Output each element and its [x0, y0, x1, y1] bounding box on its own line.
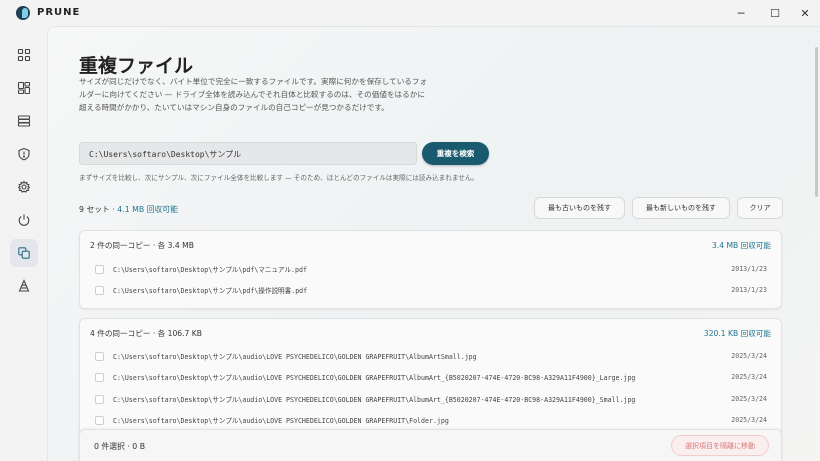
- file-checkbox[interactable]: [95, 372, 104, 382]
- file-checkbox[interactable]: [95, 394, 104, 404]
- file-row[interactable]: C:\Users\softaro\Desktop\サンプル\audio\LOVE…: [95, 370, 767, 384]
- sidebar-item-tools[interactable]: [10, 272, 38, 300]
- file-checkbox[interactable]: [95, 264, 104, 274]
- app-name: PRUNE: [37, 7, 81, 18]
- sidebar-item-settings[interactable]: [10, 173, 38, 201]
- file-path: C:\Users\softaro\Desktop\サンプル\audio\LOVE…: [113, 374, 636, 382]
- selection-count: 0 件選択 · 0 B: [94, 442, 146, 451]
- file-date: 2013/1/23: [731, 265, 767, 273]
- file-date: 2025/3/24: [731, 395, 767, 403]
- file-checkbox[interactable]: [95, 285, 104, 295]
- page-description: サイズが同じだけでなく、バイト単位で完全に一致するファイルです。実際に何かを保存…: [79, 77, 428, 112]
- gear-icon: [17, 180, 31, 193]
- clear-button[interactable]: クリア: [737, 197, 783, 219]
- dashboard-icon: [17, 48, 31, 62]
- file-path: C:\Users\softaro\Desktop\サンプル\audio\LOVE…: [113, 353, 477, 361]
- power-icon: [18, 214, 30, 226]
- page-title: 重複ファイル: [79, 55, 194, 77]
- file-path: C:\Users\softaro\Desktop\サンプル\pdf\操作説明書.…: [113, 287, 308, 295]
- maximize-button[interactable]: ☐: [762, 4, 788, 22]
- scrollbar[interactable]: [815, 47, 818, 197]
- file-row[interactable]: C:\Users\softaro\Desktop\サンプル\audio\LOVE…: [95, 349, 767, 363]
- title-bar: PRUNE ─ ☐ ✕: [0, 0, 820, 26]
- group-reclaimable: 3.4 MB 回収可能: [711, 241, 771, 250]
- quarantine-button[interactable]: 選択項目を隔離に移動: [671, 435, 769, 456]
- triangle-icon: [18, 279, 30, 292]
- copy-icon: [18, 247, 30, 259]
- file-row[interactable]: C:\Users\softaro\Desktop\サンプル\audio\LOVE…: [95, 392, 767, 406]
- group-title: 2 件の同一コピー · 各 3.4 MB: [90, 241, 194, 250]
- file-row[interactable]: C:\Users\softaro\Desktop\サンプル\pdf\マニュアル.…: [95, 262, 767, 276]
- shield-icon: [18, 147, 30, 161]
- selection-bar: 0 件選択 · 0 B 選択項目を隔離に移動: [79, 429, 782, 461]
- file-date: 2013/1/23: [731, 286, 767, 294]
- results-summary: 9 セット · 4.1 MB 回収可能: [79, 204, 178, 215]
- file-path: C:\Users\softaro\Desktop\サンプル\pdf\マニュアル.…: [113, 266, 307, 274]
- scan-hint: まずサイズを比較し、次にサンプル、次にファイル全体を比較します — そのため、ほ…: [79, 174, 479, 182]
- close-button[interactable]: ✕: [792, 4, 818, 22]
- sidebar-item-security[interactable]: [10, 140, 38, 168]
- group-reclaimable: 320.1 KB 回収可能: [703, 329, 771, 338]
- layout-icon: [17, 81, 31, 95]
- find-duplicates-button[interactable]: 重複を検索: [422, 142, 489, 165]
- duplicate-group: 2 件の同一コピー · 各 3.4 MB 3.4 MB 回収可能 C:\User…: [79, 230, 782, 309]
- sidebar-item-storage[interactable]: [10, 107, 38, 135]
- sidebar-item-duplicates[interactable]: [10, 239, 38, 267]
- file-row[interactable]: C:\Users\softaro\Desktop\サンプル\pdf\操作説明書.…: [95, 283, 767, 297]
- sidebar: [0, 26, 47, 461]
- keep-newest-button[interactable]: 最も新しいものを残す: [632, 197, 730, 219]
- main-content: 重複ファイル サイズが同じだけでなく、バイト単位で完全に一致するファイルです。実…: [47, 26, 820, 461]
- file-checkbox[interactable]: [95, 415, 104, 425]
- file-date: 2025/3/24: [731, 373, 767, 381]
- folder-path-input[interactable]: C:\Users\softaro\Desktop\サンプル: [79, 142, 417, 165]
- file-row[interactable]: C:\Users\softaro\Desktop\サンプル\audio\LOVE…: [95, 413, 767, 427]
- keep-oldest-button[interactable]: 最も古いものを残す: [534, 197, 625, 219]
- file-path: C:\Users\softaro\Desktop\サンプル\audio\LOVE…: [113, 396, 636, 404]
- storage-icon: [17, 115, 31, 127]
- file-path: C:\Users\softaro\Desktop\サンプル\audio\LOVE…: [113, 417, 449, 425]
- reclaimable-total: 4.1 MB 回収可能: [117, 205, 178, 214]
- file-date: 2025/3/24: [731, 352, 767, 360]
- file-date: 2025/3/24: [731, 416, 767, 424]
- sidebar-item-power[interactable]: [10, 206, 38, 234]
- sidebar-item-dashboard[interactable]: [10, 41, 38, 69]
- minimize-button[interactable]: ─: [728, 4, 754, 22]
- sidebar-item-layout[interactable]: [10, 74, 38, 102]
- file-checkbox[interactable]: [95, 351, 104, 361]
- group-title: 4 件の同一コピー · 各 106.7 KB: [90, 329, 202, 338]
- app-logo-icon: [16, 6, 30, 20]
- set-count: 9 セット ·: [79, 205, 115, 214]
